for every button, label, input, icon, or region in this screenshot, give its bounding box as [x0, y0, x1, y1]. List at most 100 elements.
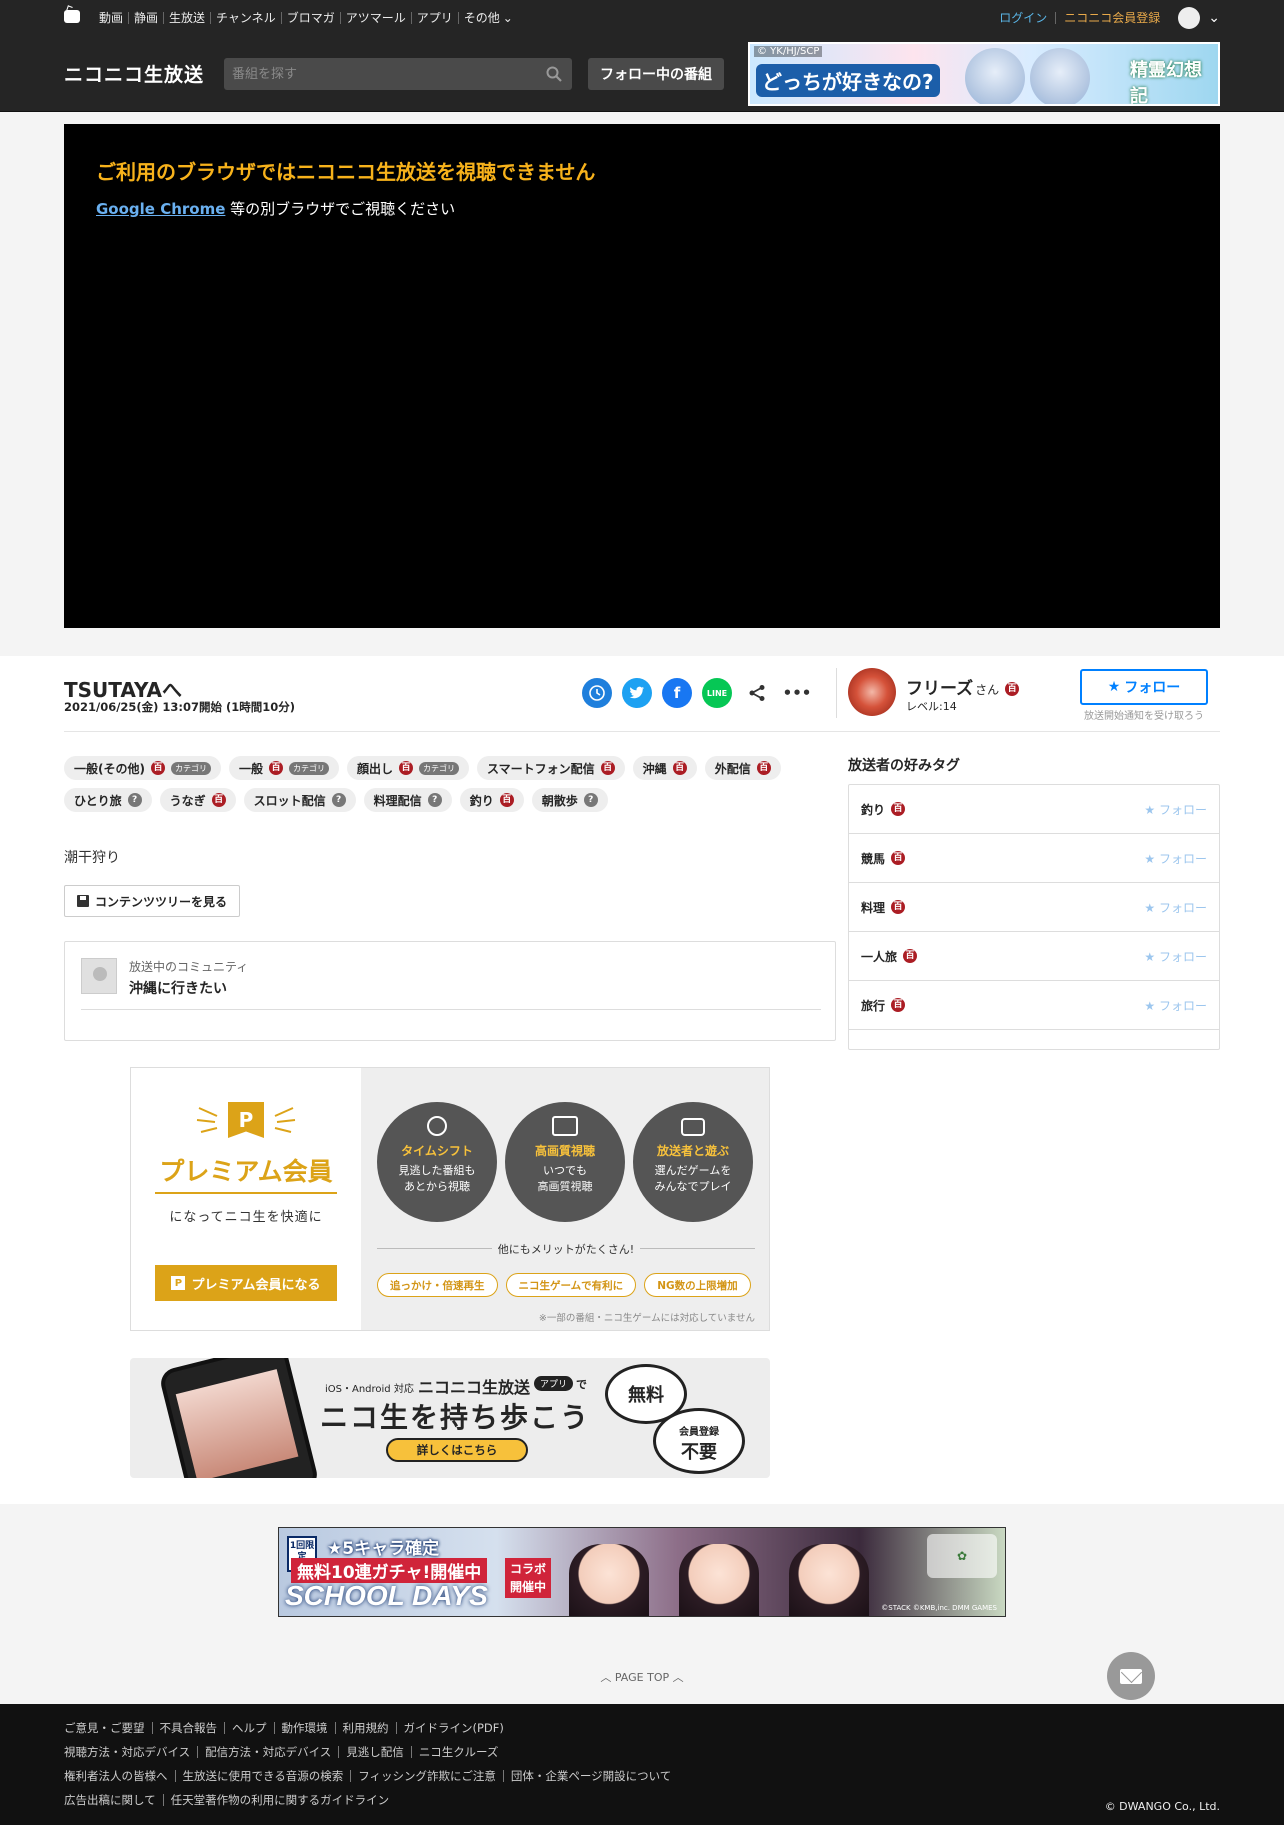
- program-tag[interactable]: 沖縄百: [632, 756, 697, 780]
- footer-link[interactable]: ニコ生クルーズ: [410, 1746, 506, 1758]
- share-icon[interactable]: [742, 678, 772, 708]
- hyakka-icon[interactable]: 百: [891, 900, 906, 914]
- hyakka-icon[interactable]: 百: [903, 949, 918, 963]
- more-options-icon[interactable]: •••: [782, 678, 812, 708]
- search-icon[interactable]: [546, 66, 562, 82]
- header-ad-banner[interactable]: © YK/HJ/SCP どっちが好きなの? 精霊幻想記: [748, 42, 1220, 106]
- program-tag[interactable]: 一般百カテゴリ: [228, 756, 339, 780]
- merit-pill[interactable]: 追っかけ・倍速再生: [377, 1273, 498, 1297]
- footer-link[interactable]: ご意見・ご要望: [64, 1722, 152, 1734]
- caster-name[interactable]: フリーズ さん 百: [906, 674, 1020, 699]
- app-promo-banner[interactable]: iOS・Android 対応 ニコニコ生放送 アプリ で ニコ生を持ち歩こう 詳…: [130, 1358, 770, 1478]
- program-tag[interactable]: 一般(その他) 百カテゴリ: [64, 756, 221, 780]
- video-player[interactable]: ご利用のブラウザではニコニコ生放送を視聴できません Google Chrome …: [64, 124, 1220, 628]
- follow-tag-button[interactable]: ★ フォロー: [1144, 948, 1207, 965]
- app-details-button[interactable]: 詳しくはこちら: [386, 1438, 528, 1462]
- hyakka-icon[interactable]: 百: [600, 761, 615, 775]
- question-icon[interactable]: ?: [127, 793, 142, 807]
- hyakka-icon[interactable]: 百: [499, 793, 514, 807]
- footer-link[interactable]: 配信方法・対応デバイス: [197, 1746, 338, 1758]
- footer-link[interactable]: 不具合報告: [151, 1722, 225, 1734]
- hyakka-icon[interactable]: 百: [891, 998, 906, 1012]
- footer-link[interactable]: ヘルプ: [224, 1722, 274, 1734]
- nav-link-live[interactable]: 生放送: [163, 12, 210, 24]
- timeshift-clock-icon[interactable]: [582, 678, 612, 708]
- question-icon[interactable]: ?: [331, 793, 346, 807]
- program-tag[interactable]: 料理配信?: [363, 788, 452, 812]
- twitter-icon[interactable]: [622, 678, 652, 708]
- program-tag[interactable]: 朝散歩?: [531, 788, 608, 812]
- caster-avatar[interactable]: [848, 668, 896, 716]
- nav-link-blomaga[interactable]: ブロマガ: [280, 12, 340, 24]
- program-tag[interactable]: スロット配信?: [243, 788, 356, 812]
- favorite-tag[interactable]: 釣り百: [861, 801, 906, 818]
- footer-link[interactable]: ガイドライン(PDF): [395, 1722, 511, 1734]
- footer-link[interactable]: 生放送に使用できる音源の検索: [174, 1770, 351, 1782]
- bottom-ad-banner[interactable]: 1回限定 ★5キャラ確定 無料10連ガチャ!開催中 SCHOOL DAYS コラ…: [278, 1527, 1006, 1617]
- nav-link-seiga[interactable]: 静画: [128, 12, 163, 24]
- footer-link[interactable]: 広告出稿に関して: [64, 1794, 163, 1806]
- favorite-tag[interactable]: 料理百: [861, 899, 906, 916]
- hyakka-icon[interactable]: 百: [211, 793, 226, 807]
- merit-pill[interactable]: NG数の上限増加: [644, 1273, 751, 1297]
- favorite-tag-label: 釣り: [861, 802, 886, 817]
- feature-desc-line: みんなでプレイ: [654, 1180, 732, 1193]
- footer-link[interactable]: 任天堂著作物の利用に関するガイドライン: [162, 1794, 397, 1806]
- page-top-link[interactable]: ︿ PAGE TOP ︿: [0, 1669, 1284, 1685]
- nav-link-app[interactable]: アプリ: [410, 12, 458, 24]
- favorite-tag[interactable]: 旅行百: [861, 997, 906, 1014]
- footer-link[interactable]: 団体・企業ページ開設について: [502, 1770, 678, 1782]
- register-link[interactable]: ニコニコ会員登録: [1056, 12, 1168, 24]
- footer-link[interactable]: 動作環境: [273, 1722, 335, 1734]
- program-tag[interactable]: スマートフォン配信百: [477, 756, 625, 780]
- footer-link[interactable]: 見逃し配信: [338, 1746, 411, 1758]
- footer-link[interactable]: 視聴方法・対応デバイス: [64, 1746, 197, 1758]
- footer-link[interactable]: 利用規約: [334, 1722, 396, 1734]
- chevron-down-icon[interactable]: ⌄: [1208, 10, 1220, 26]
- follow-tag-button[interactable]: ★ フォロー: [1144, 801, 1207, 818]
- program-tag[interactable]: うなぎ百: [159, 788, 236, 812]
- search-input[interactable]: [224, 58, 534, 90]
- chrome-link[interactable]: Google Chrome: [96, 200, 225, 218]
- nicolive-logo[interactable]: ニコニコ生放送: [64, 60, 204, 87]
- favorite-tag[interactable]: 競馬百: [861, 850, 906, 867]
- niconico-tv-icon[interactable]: [64, 10, 80, 23]
- question-icon[interactable]: ?: [427, 793, 442, 807]
- question-icon[interactable]: ?: [583, 793, 598, 807]
- user-avatar[interactable]: [1178, 7, 1201, 29]
- follow-tag-button[interactable]: ★ フォロー: [1144, 850, 1207, 867]
- hyakka-icon[interactable]: 百: [672, 761, 687, 775]
- hyakka-icon[interactable]: 百: [399, 761, 414, 775]
- tag-label: うなぎ: [169, 793, 206, 808]
- follow-tag-button[interactable]: ★ フォロー: [1144, 899, 1207, 916]
- become-premium-button[interactable]: P プレミアム会員になる: [155, 1265, 337, 1301]
- line-icon[interactable]: LINE: [702, 678, 732, 708]
- follow-caster-button[interactable]: ★ フォロー: [1080, 669, 1208, 705]
- favorite-tag[interactable]: 一人旅百: [861, 948, 918, 965]
- nav-link-video[interactable]: 動画: [94, 12, 128, 24]
- followed-programs-button[interactable]: フォロー中の番組: [588, 58, 724, 90]
- program-tag[interactable]: 釣り百: [459, 788, 524, 812]
- mail-icon[interactable]: [1107, 1652, 1155, 1700]
- footer-link[interactable]: 権利者法人の皆様へ: [64, 1770, 175, 1782]
- hyakka-icon[interactable]: 百: [756, 761, 771, 775]
- hyakka-icon[interactable]: 百: [269, 761, 283, 775]
- nav-link-atsumaru[interactable]: アツマール: [339, 12, 411, 24]
- content-tree-button[interactable]: コンテンツツリーを見る: [64, 885, 240, 917]
- login-link[interactable]: ログイン: [991, 12, 1057, 24]
- hyakka-icon[interactable]: 百: [150, 761, 165, 775]
- merit-pill[interactable]: ニコ生ゲームで有利に: [505, 1273, 637, 1297]
- hyakka-icon[interactable]: 百: [891, 802, 906, 816]
- hyakka-icon[interactable]: 百: [891, 851, 906, 865]
- program-tag[interactable]: ひとり旅?: [64, 788, 152, 812]
- footer-link[interactable]: フィッシング詐欺にご注意: [350, 1770, 503, 1782]
- community-card[interactable]: 放送中のコミュニティ 沖縄に行きたい: [64, 941, 836, 1041]
- program-tag[interactable]: 顔出し百カテゴリ: [347, 756, 470, 780]
- nav-link-channel[interactable]: チャンネル: [210, 12, 281, 24]
- follow-tag-button[interactable]: ★ フォロー: [1144, 997, 1207, 1014]
- nav-link-more[interactable]: その他: [457, 12, 518, 24]
- program-tag[interactable]: 外配信百: [704, 756, 781, 780]
- page-top-label: PAGE TOP: [614, 1671, 670, 1684]
- community-name[interactable]: 沖縄に行きたい: [129, 978, 227, 998]
- facebook-icon[interactable]: f: [662, 678, 692, 708]
